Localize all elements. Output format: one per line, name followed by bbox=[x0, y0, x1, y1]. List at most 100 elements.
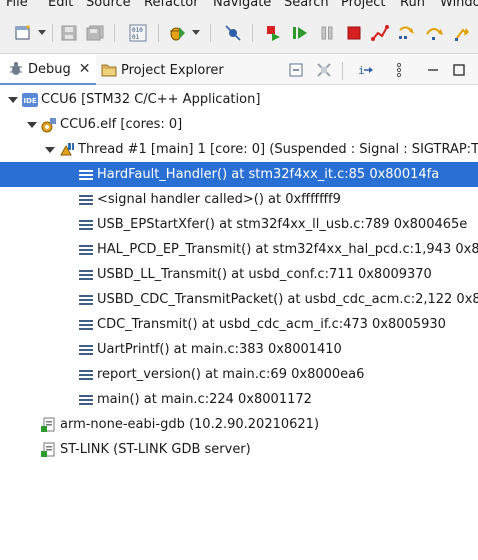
debug-launch-button[interactable] bbox=[166, 22, 188, 44]
chevron-down-icon bbox=[38, 30, 46, 35]
minimize-button[interactable] bbox=[423, 60, 443, 80]
stack-frame-icon bbox=[78, 292, 94, 308]
tab-debug[interactable]: Debug ✕ bbox=[0, 55, 96, 85]
menu-window[interactable]: Window bbox=[440, 0, 478, 12]
tree-item-thread[interactable]: Thread #1 [main] 1 [core: 0] (Suspended … bbox=[0, 137, 478, 162]
svg-text:01: 01 bbox=[132, 34, 140, 41]
stack-frame-row-selected[interactable]: HardFault_Handler() at stm32f4xx_it.c:85… bbox=[0, 162, 478, 187]
stack-frame-row[interactable]: USBD_LL_Transmit() at usbd_conf.c:711 0x… bbox=[0, 262, 478, 287]
menu-edit[interactable]: Edit bbox=[48, 0, 73, 12]
remove-terminated-button[interactable] bbox=[314, 60, 334, 80]
stack-frame-row[interactable]: CDC_Transmit() at usbd_cdc_acm_if.c:473 … bbox=[0, 312, 478, 337]
stack-frame-row[interactable]: USB_EPStartXfer() at stm32f4xx_ll_usb.c:… bbox=[0, 212, 478, 237]
step-into-button[interactable] bbox=[396, 22, 418, 44]
step-over-icon bbox=[426, 28, 443, 40]
kebab-menu-icon bbox=[396, 62, 402, 78]
resume-icon bbox=[293, 27, 307, 39]
toolbar-separator bbox=[342, 62, 343, 80]
stack-frame-row[interactable]: HAL_PCD_EP_Transmit() at stm32f4xx_hal_p… bbox=[0, 237, 478, 262]
chevron-down-icon[interactable] bbox=[8, 95, 18, 105]
tab-project-explorer[interactable]: Project Explorer bbox=[97, 55, 237, 85]
tree-item-label: ST-LINK (ST-LINK GDB server) bbox=[60, 442, 251, 457]
view-menu-button[interactable] bbox=[389, 60, 409, 80]
menu-source[interactable]: Source bbox=[86, 0, 131, 12]
tree-item-elf[interactable]: CCU6.elf [cores: 0] bbox=[0, 112, 478, 137]
tree-item-label: Thread #1 [main] 1 [core: 0] (Suspended … bbox=[78, 142, 478, 157]
stack-frame-row[interactable]: USBD_CDC_TransmitPacket() at usbd_cdc_ac… bbox=[0, 287, 478, 312]
tree-item-label: HardFault_Handler() at stm32f4xx_it.c:85… bbox=[97, 167, 440, 182]
maximize-button[interactable] bbox=[449, 60, 469, 80]
tree-item-label: report_version() at main.c:69 0x8000ea6 bbox=[97, 367, 365, 382]
stack-frame-icon bbox=[78, 192, 94, 208]
menu-search[interactable]: Search bbox=[284, 0, 329, 12]
disconnect-icon bbox=[371, 25, 389, 41]
stack-frame-icon bbox=[78, 242, 94, 258]
tree-item-label: arm-none-eabi-gdb (10.2.90.20210621) bbox=[60, 417, 320, 432]
save-button[interactable] bbox=[58, 22, 80, 44]
stack-frame-icon bbox=[78, 217, 94, 233]
debug-tree: IDE CCU6 [STM32 C/C++ Application] CCU6.… bbox=[0, 86, 478, 560]
binary-build-icon: 010 01 bbox=[129, 24, 147, 42]
menu-bar: File Edit Source Refactor Navigate Searc… bbox=[0, 0, 478, 12]
stack-frame-icon bbox=[78, 167, 94, 183]
stack-frame-icon bbox=[78, 317, 94, 333]
tree-item-gdb-process[interactable]: arm-none-eabi-gdb (10.2.90.20210621) bbox=[0, 412, 478, 437]
menu-project[interactable]: Project bbox=[341, 0, 385, 12]
breakpoint-run-icon bbox=[267, 26, 280, 41]
tree-item-label: USBD_LL_Transmit() at usbd_conf.c:711 0x… bbox=[97, 267, 432, 282]
menu-refactor[interactable]: Refactor bbox=[144, 0, 199, 12]
tree-item-label: UartPrintf() at main.c:383 0x8001410 bbox=[97, 342, 342, 357]
chevron-down-icon[interactable] bbox=[45, 145, 55, 155]
tree-item-label: USBD_CDC_TransmitPacket() at usbd_cdc_ac… bbox=[97, 292, 478, 307]
chevron-down-icon bbox=[192, 30, 200, 35]
stop-icon bbox=[347, 26, 361, 40]
tree-item-label: CCU6 [STM32 C/C++ Application] bbox=[41, 92, 261, 107]
terminate-button[interactable] bbox=[343, 22, 365, 44]
tree-item-label: CCU6.elf [cores: 0] bbox=[60, 117, 183, 132]
collapse-all-button[interactable] bbox=[286, 60, 306, 80]
stack-frame-row[interactable]: main() at main.c:224 0x8001172 bbox=[0, 387, 478, 412]
debug-dropdown-button[interactable] bbox=[190, 22, 202, 44]
maximize-icon bbox=[453, 64, 465, 76]
step-return-button[interactable] bbox=[452, 22, 474, 44]
stack-frame-row[interactable]: report_version() at main.c:69 0x8000ea6 bbox=[0, 362, 478, 387]
step-return-icon bbox=[455, 28, 469, 41]
stack-frame-icon bbox=[78, 367, 94, 383]
skip-breakpoints-button[interactable] bbox=[222, 22, 244, 44]
collapse-all-icon bbox=[289, 63, 303, 77]
stack-frame-icon bbox=[78, 392, 94, 408]
tree-item-label: main() at main.c:224 0x8001172 bbox=[97, 392, 312, 407]
remove-all-icon bbox=[317, 63, 331, 77]
suspend-button[interactable] bbox=[316, 22, 338, 44]
run-to-breakpoint-button[interactable] bbox=[262, 22, 284, 44]
resume-button[interactable] bbox=[289, 22, 311, 44]
menu-file[interactable]: File bbox=[6, 0, 28, 12]
save-all-button[interactable] bbox=[84, 22, 106, 44]
tree-item-stlink-process[interactable]: ST-LINK (ST-LINK GDB server) bbox=[0, 437, 478, 462]
svg-text:010: 010 bbox=[132, 27, 143, 34]
menu-navigate[interactable]: Navigate bbox=[213, 0, 271, 12]
menu-run[interactable]: Run bbox=[400, 0, 425, 12]
instruction-stepping-button[interactable]: i bbox=[356, 60, 376, 80]
chevron-down-icon[interactable] bbox=[27, 120, 37, 130]
new-file-button[interactable] bbox=[14, 22, 36, 44]
new-file-icon bbox=[15, 25, 30, 40]
folder-icon bbox=[101, 64, 117, 77]
step-over-button[interactable] bbox=[423, 22, 445, 44]
tab-project-explorer-label: Project Explorer bbox=[121, 62, 224, 78]
ide-icon: IDE bbox=[22, 92, 38, 108]
build-button[interactable]: 010 01 bbox=[126, 22, 150, 44]
tree-item-label: HAL_PCD_EP_Transmit() at stm32f4xx_hal_p… bbox=[97, 242, 478, 257]
new-dropdown-button[interactable] bbox=[37, 22, 47, 44]
toolbar-separator bbox=[114, 24, 115, 42]
disconnect-button[interactable] bbox=[369, 22, 391, 44]
stack-frame-row[interactable]: UartPrintf() at main.c:383 0x8001410 bbox=[0, 337, 478, 362]
view-tab-bar: Debug ✕ Project Explorer i bbox=[0, 55, 478, 85]
minimize-icon bbox=[428, 69, 438, 71]
svg-text:IDE: IDE bbox=[24, 97, 37, 105]
tree-item-launch-config[interactable]: IDE CCU6 [STM32 C/C++ Application] bbox=[0, 87, 478, 112]
tree-item-label: <signal handler called>() at 0xfffffff9 bbox=[97, 192, 341, 207]
close-icon[interactable]: ✕ bbox=[79, 61, 91, 77]
stack-frame-row[interactable]: <signal handler called>() at 0xfffffff9 bbox=[0, 187, 478, 212]
launch-icon bbox=[41, 117, 57, 133]
